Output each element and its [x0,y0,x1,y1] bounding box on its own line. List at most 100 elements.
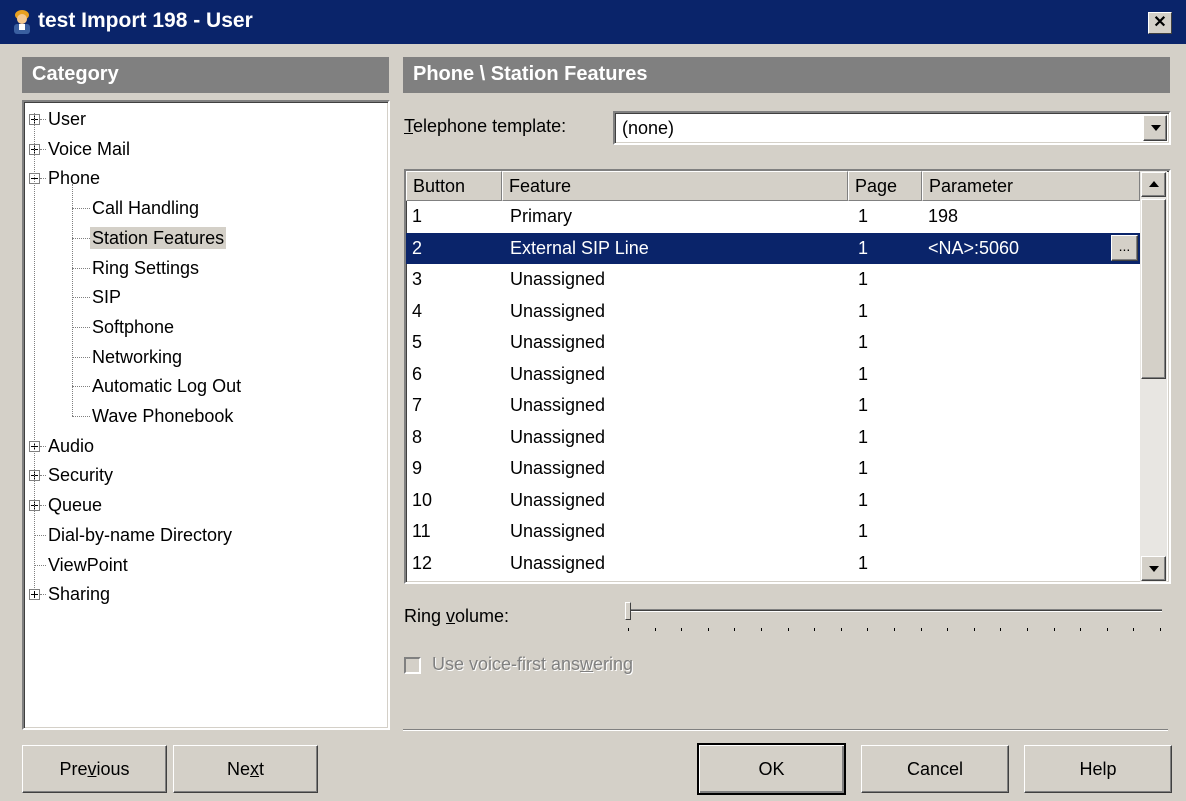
slider-tick [1133,628,1135,631]
cell-page: 1 [858,237,869,258]
cell-button: 7 [412,395,423,415]
cell-feature: Unassigned [510,552,606,573]
table-row[interactable]: 10 Unassigned 1 [406,485,1140,516]
scroll-up-button[interactable] [1141,172,1166,197]
column-header-parameter[interactable]: Parameter [922,171,1140,201]
table-row[interactable]: 8 Unassigned 1 [406,422,1140,453]
tree-item-queue[interactable]: Queue [46,494,104,516]
table-row[interactable]: 6 Unassigned 1 [406,359,1140,390]
cancel-button[interactable]: Cancel [861,745,1009,793]
tree-item-user[interactable]: User [46,108,88,130]
scroll-down-button[interactable] [1141,556,1166,581]
cell-button: 10 [412,489,433,510]
tree-item-audio[interactable]: Audio [46,435,96,457]
tree-item-dial-by-name-directory[interactable]: Dial-by-name Directory [46,524,234,546]
tree-item-networking[interactable]: Networking [90,346,184,368]
voice-first-answering-checkbox[interactable]: Use voice-first answering [404,654,664,676]
checkbox-box [404,657,421,674]
dropdown-button[interactable] [1143,115,1167,141]
user-icon [14,10,30,34]
table-row[interactable]: 3 Unassigned 1 [406,264,1140,295]
cell-feature: Unassigned [510,521,606,541]
close-button[interactable]: ✕ [1148,12,1172,34]
cell-button: 6 [412,363,423,384]
slider-tick [920,628,922,631]
tree-connector [72,267,90,269]
cell-feature: Unassigned [510,426,606,447]
expand-icon[interactable] [29,589,40,601]
ok-button[interactable]: OK [697,743,846,795]
category-tree[interactable]: User Voice Mail Phone Call Handling Station … [22,100,390,730]
table-row[interactable]: 9 Unassigned 1 [406,453,1140,484]
voice-first-text-b: ering [593,654,634,674]
cell-page: 1 [858,269,869,289]
template-label-mnemonic: T [404,116,413,136]
tree-item-sip[interactable]: SIP [90,286,123,308]
category-header: Category [22,57,389,93]
next-mnemonic: x [250,759,259,779]
cell-button: 11 [412,521,431,541]
tree-item-automatic-log-out[interactable]: Automatic Log Out [90,375,243,397]
cell-page: 1 [858,395,869,415]
cell-button: 1 [412,206,423,226]
ring-volume-slider[interactable] [622,600,1166,636]
next-button[interactable]: Next [173,745,318,793]
cell-page: 1 [858,426,869,447]
voice-first-text-a: Use voice-first ans [432,654,581,674]
cell-button: 12 [412,552,433,573]
slider-tick [654,628,656,631]
help-button[interactable]: Help [1024,745,1172,793]
tree-item-ring-settings[interactable]: Ring Settings [90,257,201,279]
table-row[interactable]: 7 Unassigned 1 [406,390,1140,421]
tree-item-call-handling[interactable]: Call Handling [90,197,201,219]
cell-parameter: 198 [928,206,959,226]
column-header-page[interactable]: Page [848,171,922,201]
tree-item-station-features[interactable]: Station Features [90,226,227,249]
previous-text-a: Pre [59,759,88,779]
slider-tick [1027,628,1028,631]
column-header-feature[interactable]: Feature [502,171,848,201]
tree-item-sharing[interactable]: Sharing [46,583,112,605]
table-row[interactable]: 11 Unassigned 1 [406,516,1140,547]
window-title: test Import 198 - User [38,9,253,32]
scroll-thumb[interactable] [1141,199,1166,379]
section-header: Phone \ Station Features [403,57,1170,93]
ring-volume-mnemonic: v [446,606,456,626]
cell-button: 8 [412,426,423,447]
column-header-button[interactable]: Button [406,171,502,201]
next-text-b: t [259,759,265,779]
table-row[interactable]: 5 Unassigned 1 [406,327,1140,358]
cell-feature: Unassigned [510,489,606,510]
slider-tick [1053,628,1055,631]
slider-tick [814,628,816,631]
slider-thumb[interactable] [625,602,631,620]
slider-tick [947,628,949,631]
table-row[interactable]: 2 External SIP Line 1 <NA>:5060... [406,232,1140,264]
telephone-template-label: Telephone template: [404,116,566,137]
tree-connector [34,534,46,536]
tree-connector [72,326,90,328]
previous-button[interactable]: Previous [22,745,167,793]
table-row[interactable]: 1 Primary 1 198 [406,201,1140,232]
tree-item-viewpoint[interactable]: ViewPoint [46,554,130,576]
slider-tick [681,628,683,631]
title-bar[interactable]: test Import 198 - User ✕ [0,0,1186,44]
cell-button: 5 [412,332,423,352]
tree-item-phone[interactable]: Phone [46,167,102,189]
table-row[interactable]: 12 Unassigned 1 [406,548,1140,579]
cell-page: 1 [858,521,869,541]
cell-button: 9 [412,458,423,478]
tree-item-wave-phonebook[interactable]: Wave Phonebook [90,405,235,427]
ring-volume-text-b: olume: [455,606,510,626]
parameter-ellipsis-button[interactable]: ... [1111,234,1138,261]
tree-item-voice-mail[interactable]: Voice Mail [46,138,132,160]
station-features-list[interactable]: Button Feature Page Parameter 1 Primary 1 1… [404,169,1171,584]
telephone-template-dropdown[interactable]: (none) [613,111,1171,145]
tree-item-softphone[interactable]: Softphone [90,316,176,338]
table-row[interactable]: 4 Unassigned 1 [406,296,1140,327]
vertical-scrollbar[interactable] [1140,171,1167,582]
cell-feature: External SIP Line [510,237,649,258]
slider-tick [628,628,629,631]
cell-feature: Unassigned [510,395,606,415]
tree-item-security[interactable]: Security [46,464,115,486]
